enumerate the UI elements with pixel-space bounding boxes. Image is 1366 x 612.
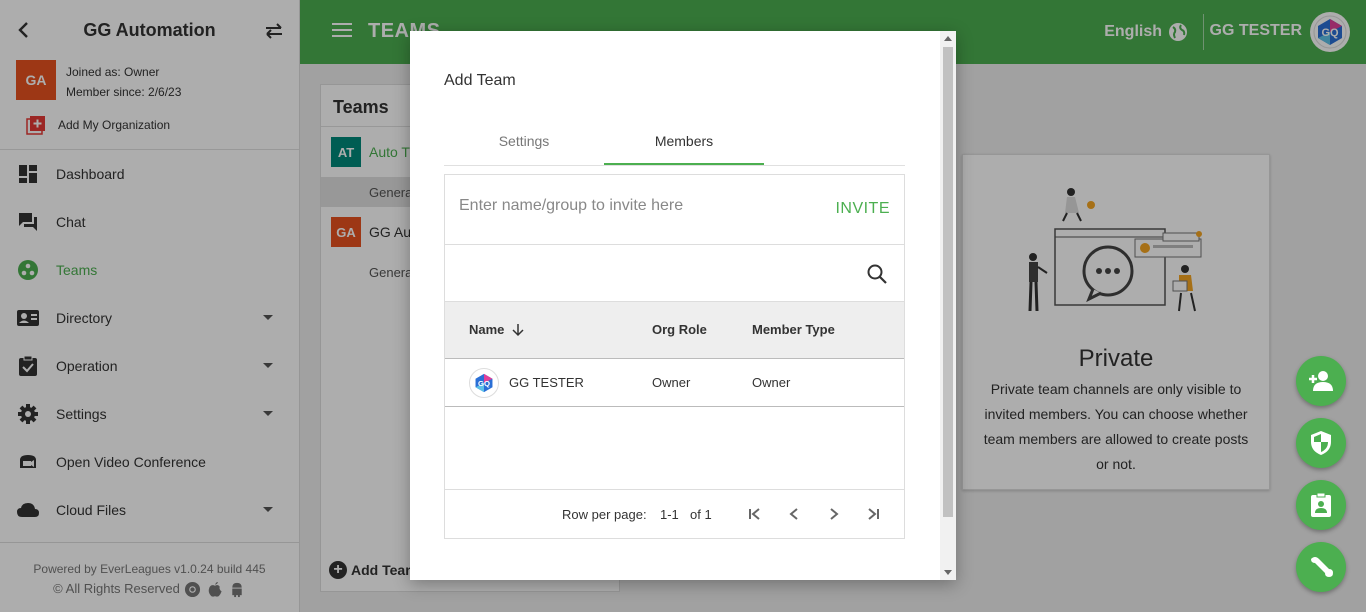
scrollbar-thumb[interactable] (943, 47, 953, 517)
security-fab[interactable] (1296, 418, 1346, 468)
dialog-actions-peek (596, 576, 756, 580)
page-range: 1-1 (660, 507, 679, 522)
member-org-role: Owner (652, 375, 691, 390)
rows-per-page-label: Row per page: (562, 507, 647, 522)
dialog-title: Add Team (444, 72, 516, 89)
avatar: GQ (469, 368, 499, 398)
add-team-dialog: Add Team Settings Members INVITE Name Or… (410, 31, 956, 580)
tab-members[interactable]: Members (604, 121, 764, 165)
dialog-scrollbar[interactable] (940, 31, 956, 580)
sort-arrow-down-icon (512, 323, 524, 336)
scroll-up-icon[interactable] (944, 36, 952, 41)
invite-row: INVITE (445, 175, 904, 245)
person-add-icon (1309, 371, 1333, 391)
last-page-icon[interactable] (866, 506, 882, 522)
scroll-down-icon[interactable] (944, 570, 952, 575)
badge-icon (1311, 492, 1331, 517)
dialog-tabs: Settings Members (444, 121, 905, 166)
gq-logo-icon: GQ (475, 373, 493, 393)
shield-icon (1311, 431, 1331, 455)
member-type: Owner (752, 375, 791, 390)
contact-card-fab[interactable] (1296, 480, 1346, 530)
column-header-member-type[interactable]: Member Type (752, 322, 835, 337)
previous-page-icon[interactable] (786, 506, 802, 522)
column-label: Name (469, 322, 505, 337)
tools-fab[interactable] (1296, 542, 1346, 592)
pagination: Row per page: 1-1 of 1 (445, 489, 904, 538)
search-row (445, 245, 904, 302)
search-icon[interactable] (866, 263, 888, 285)
svg-text:GQ: GQ (478, 379, 490, 388)
tab-settings[interactable]: Settings (444, 121, 604, 165)
members-panel: INVITE Name Org Role Member Type GQ GG T… (444, 174, 905, 539)
invite-button[interactable]: INVITE (835, 200, 890, 218)
member-name: GG TESTER (509, 375, 584, 390)
column-header-org-role[interactable]: Org Role (652, 322, 707, 337)
wrench-icon (1311, 557, 1333, 577)
table-header: Name Org Role Member Type (445, 302, 904, 359)
table-row[interactable]: GQ GG TESTER Owner Owner (445, 359, 904, 407)
column-header-name[interactable]: Name (469, 322, 524, 337)
invite-input[interactable] (459, 193, 819, 219)
page-total: of 1 (690, 507, 712, 522)
next-page-icon[interactable] (826, 506, 842, 522)
first-page-icon[interactable] (746, 506, 762, 522)
add-member-fab[interactable] (1296, 356, 1346, 406)
